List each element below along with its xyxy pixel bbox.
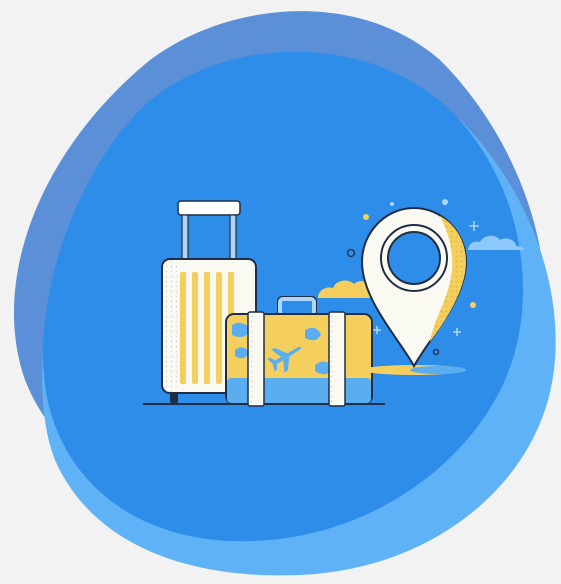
- travel-illustration: [0, 0, 561, 584]
- travel-illustration-canvas: [13, 11, 556, 576]
- travel-case-icon: [225, 296, 373, 407]
